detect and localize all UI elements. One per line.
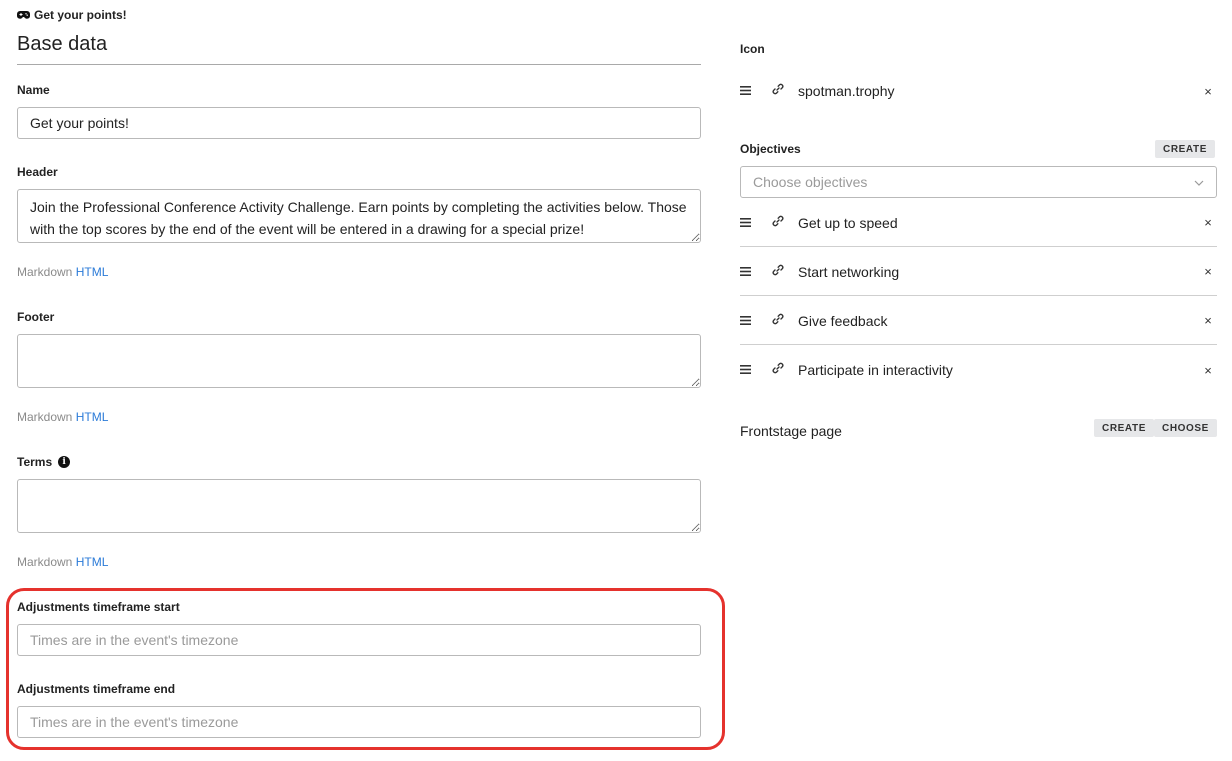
drag-handle-icon[interactable] — [740, 214, 752, 232]
frontstage-choose-button[interactable]: CHOOSE — [1154, 419, 1217, 437]
frontstage-create-button[interactable]: CREATE — [1094, 419, 1154, 437]
terms-label: Terms i — [17, 455, 71, 469]
terms-html-link[interactable]: HTML — [76, 555, 109, 569]
chevron-down-icon — [1194, 173, 1204, 191]
section-divider — [17, 64, 701, 65]
adjustments-start-input[interactable] — [17, 624, 701, 656]
terms-format-hint: Markdown HTML — [17, 555, 108, 569]
name-label: Name — [17, 83, 50, 97]
terms-textarea[interactable] — [17, 479, 701, 533]
objective-row: Give feedback × — [740, 297, 1217, 345]
header-textarea[interactable]: Join the Professional Conference Activit… — [17, 189, 701, 243]
drag-handle-icon[interactable] — [740, 312, 752, 330]
close-icon[interactable]: × — [1203, 264, 1213, 279]
header-label: Header — [17, 165, 58, 179]
link-icon[interactable] — [772, 82, 786, 100]
adjustments-start-label: Adjustments timeframe start — [17, 600, 180, 614]
header-html-link[interactable]: HTML — [76, 265, 109, 279]
name-input[interactable] — [17, 107, 701, 139]
markdown-text: Markdown — [17, 265, 73, 279]
objective-row: Start networking × — [740, 248, 1217, 296]
objectives-select-placeholder: Choose objectives — [753, 174, 868, 190]
objective-label[interactable]: Start networking — [798, 264, 1203, 280]
gamepad-icon — [17, 10, 30, 20]
icon-row: spotman.trophy × — [740, 67, 1217, 115]
footer-format-hint: Markdown HTML — [17, 410, 108, 424]
close-icon[interactable]: × — [1203, 84, 1213, 99]
footer-html-link[interactable]: HTML — [76, 410, 109, 424]
drag-handle-icon[interactable] — [740, 263, 752, 281]
drag-handle-icon[interactable] — [740, 361, 752, 379]
markdown-text: Markdown — [17, 555, 73, 569]
close-icon[interactable]: × — [1203, 215, 1213, 230]
objectives-create-button[interactable]: CREATE — [1155, 140, 1215, 158]
close-icon[interactable]: × — [1203, 363, 1213, 378]
adjustments-end-label: Adjustments timeframe end — [17, 682, 176, 696]
objective-row: Get up to speed × — [740, 199, 1217, 247]
link-icon[interactable] — [772, 214, 786, 232]
link-icon[interactable] — [772, 361, 786, 379]
breadcrumb-title[interactable]: Get your points! — [34, 8, 127, 22]
frontstage-page-label: Frontstage page — [740, 423, 842, 439]
objective-label[interactable]: Get up to speed — [798, 215, 1203, 231]
link-icon[interactable] — [772, 263, 786, 281]
breadcrumb: Get your points! — [17, 8, 127, 22]
objectives-label: Objectives — [740, 142, 801, 156]
footer-label: Footer — [17, 310, 55, 324]
objective-label[interactable]: Participate in interactivity — [798, 362, 1203, 378]
info-icon[interactable]: i — [58, 456, 71, 468]
objective-label[interactable]: Give feedback — [798, 313, 1203, 329]
objectives-select[interactable]: Choose objectives — [740, 166, 1217, 198]
link-icon[interactable] — [772, 312, 786, 330]
icon-value[interactable]: spotman.trophy — [798, 83, 1203, 99]
objective-row: Participate in interactivity × — [740, 346, 1217, 394]
drag-handle-icon[interactable] — [740, 82, 752, 100]
footer-textarea[interactable] — [17, 334, 701, 388]
close-icon[interactable]: × — [1203, 313, 1213, 328]
header-format-hint: Markdown HTML — [17, 265, 108, 279]
markdown-text: Markdown — [17, 410, 73, 424]
section-title: Base data — [17, 33, 108, 55]
icon-label: Icon — [740, 42, 765, 56]
adjustments-end-input[interactable] — [17, 706, 701, 738]
